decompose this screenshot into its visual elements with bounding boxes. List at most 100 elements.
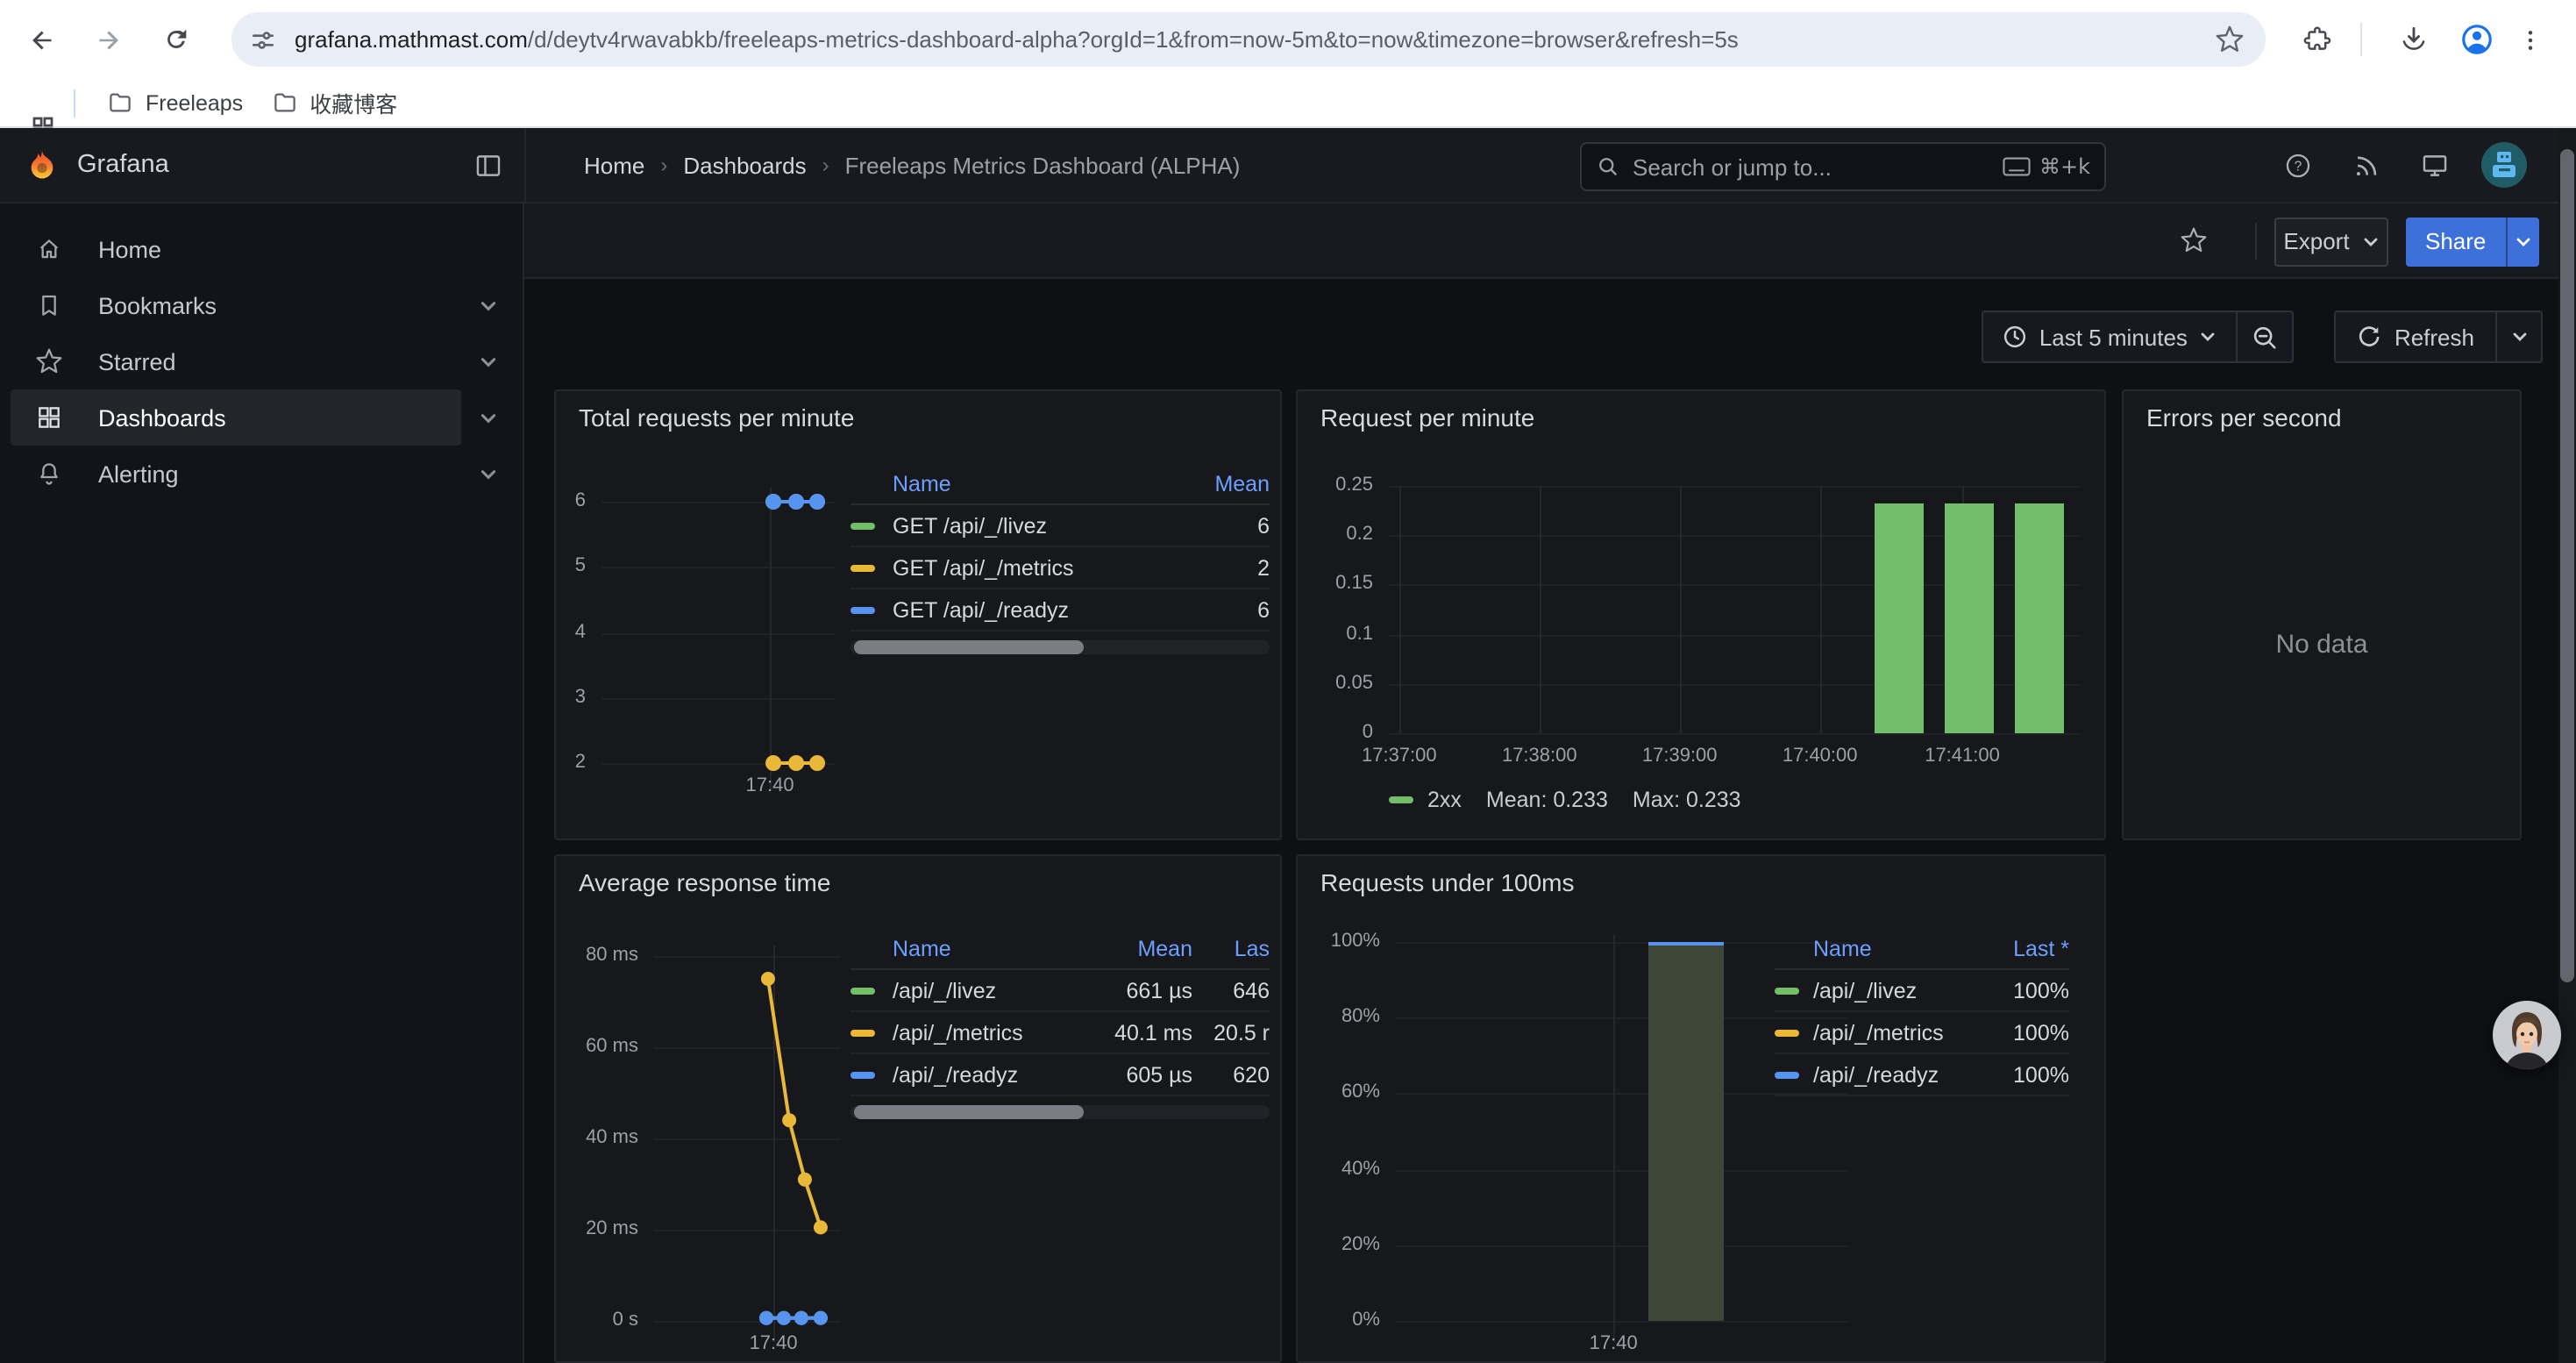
column-name[interactable]: Name: [893, 936, 1080, 960]
table-row: /api/_/readyz 100%: [1775, 1054, 2069, 1096]
panel-avg-response-time: Average response time 80 ms60 ms40 ms20 …: [554, 854, 1282, 1363]
folder-icon: [107, 89, 133, 116]
series-pill: [850, 1071, 875, 1078]
series-pill: [1775, 1071, 1799, 1078]
browser-toolbar: grafana.mathmast.com/d/deytv4rwavabkb/fr…: [0, 0, 2576, 79]
dashboard-toolbar: Export Share: [524, 203, 2576, 279]
sidebar-toggle-icon[interactable]: [463, 140, 512, 189]
sidebar-item-dashboards: Dashboards: [0, 389, 524, 446]
folder-icon: [271, 89, 297, 116]
share-button[interactable]: Share: [2406, 217, 2505, 266]
chart-avg-response-time: 80 ms60 ms40 ms20 ms0 s17:40: [654, 956, 840, 1321]
search-shortcut: ⌘+k: [2003, 154, 2090, 179]
search-box[interactable]: ⌘+k: [1580, 142, 2106, 191]
series-pill: [850, 606, 875, 613]
assistant-avatar[interactable]: [2492, 1000, 2562, 1070]
grafana-nav: Grafana Home › Dashboards › Freeleaps Me…: [0, 128, 2576, 203]
column-last[interactable]: Last *: [1968, 936, 2069, 960]
toolbar-divider: [2255, 223, 2257, 260]
panel-title[interactable]: Requests under 100ms: [1320, 868, 1575, 896]
breadcrumb-current: Freeleaps Metrics Dashboard (ALPHA): [845, 152, 1241, 178]
table-row: GET /api/_/readyz 6: [850, 589, 1270, 632]
user-avatar[interactable]: [2480, 140, 2529, 189]
breadcrumb-dashboards[interactable]: Dashboards: [683, 152, 806, 178]
table-scrollbar[interactable]: [850, 1105, 1270, 1119]
brand-name[interactable]: Grafana: [77, 151, 169, 179]
kiosk-monitor-icon[interactable]: [2409, 140, 2459, 189]
chevron-down-icon[interactable]: [468, 398, 507, 437]
search-icon: [1596, 154, 1620, 179]
search-input[interactable]: [1633, 153, 2003, 180]
sidebar-item-bookmarks: Bookmarks: [0, 277, 524, 333]
bookmark-star-icon[interactable]: [2215, 25, 2245, 54]
refresh-interval-caret[interactable]: [2497, 310, 2543, 363]
sidebar-item-home: Home: [0, 221, 524, 277]
share-caret-button[interactable]: [2505, 217, 2538, 266]
zoom-out-button[interactable]: [2238, 310, 2295, 363]
series-pill: [850, 987, 875, 994]
chevron-down-icon: [2362, 232, 2380, 250]
breadcrumb-home[interactable]: Home: [584, 152, 644, 178]
bookmarks-bar: Freeleaps 收藏博客: [0, 79, 2576, 128]
forward-icon[interactable]: [82, 13, 135, 66]
series-pill: [1389, 796, 1413, 803]
screen: grafana.mathmast.com/d/deytv4rwavabkb/fr…: [0, 0, 2576, 1363]
sidebar-item-dashboards-button[interactable]: Dashboards: [11, 389, 461, 446]
star-icon: [35, 347, 63, 375]
breadcrumb-separator: ›: [660, 153, 667, 177]
sidebar-item-alerting-button[interactable]: Alerting: [11, 446, 461, 502]
table-scrollbar[interactable]: [850, 640, 1270, 654]
site-settings-icon[interactable]: [249, 25, 277, 54]
column-mean[interactable]: Mean: [1171, 471, 1270, 496]
page-scrollbar[interactable]: [2558, 128, 2576, 1363]
panel-title[interactable]: Request per minute: [1320, 403, 1534, 432]
refresh-button[interactable]: Refresh: [2335, 310, 2497, 363]
column-name[interactable]: Name: [893, 471, 1171, 496]
url-text[interactable]: grafana.mathmast.com/d/deytv4rwavabkb/fr…: [295, 26, 2215, 53]
svg-text:?: ?: [2294, 159, 2302, 174]
nav-divider: [524, 128, 526, 203]
chevron-down-icon: [2200, 328, 2217, 346]
table-row: /api/_/livez 100%: [1775, 970, 2069, 1012]
legend-table: Name Mean GET /api/_/livez 6 GET /api/_/…: [850, 463, 1270, 654]
home-icon: [35, 235, 63, 263]
chevron-down-icon[interactable]: [468, 342, 507, 381]
sidebar: Home Bookmarks Starred: [0, 203, 524, 1363]
panel-title[interactable]: Errors per second: [2146, 403, 2342, 432]
help-icon[interactable]: ?: [2273, 140, 2322, 189]
chevron-down-icon[interactable]: [468, 286, 507, 325]
table-row: /api/_/metrics 40.1 ms 20.5 r: [850, 1012, 1270, 1054]
no-data-message: No data: [2124, 630, 2520, 660]
grafana-logo[interactable]: [25, 146, 60, 183]
browser-menu-icon[interactable]: [2504, 13, 2557, 66]
bookmark-folder-freeleaps[interactable]: Freeleaps: [93, 84, 257, 121]
time-controls: Last 5 minutes Refresh: [1982, 310, 2543, 363]
panel-title[interactable]: Average response time: [579, 868, 830, 896]
panel-total-requests: Total requests per minute 6543217:40 Nam…: [554, 389, 1282, 840]
back-icon[interactable]: [16, 13, 68, 66]
download-icon[interactable]: [2387, 13, 2439, 66]
column-mean[interactable]: Mean: [1080, 936, 1192, 960]
sidebar-item-starred-button[interactable]: Starred: [11, 333, 461, 389]
sidebar-item-home-button[interactable]: Home: [11, 221, 461, 277]
clock-icon: [2003, 325, 2027, 349]
panel-request-per-minute: Request per minute 0.250.20.150.10.05017…: [1296, 389, 2106, 840]
favorite-star-icon[interactable]: [2169, 216, 2218, 265]
scrollbar-thumb[interactable]: [2560, 149, 2574, 982]
table-row: /api/_/metrics 100%: [1775, 1012, 2069, 1054]
column-name[interactable]: Name: [1813, 936, 1968, 960]
profile-icon[interactable]: [2450, 13, 2502, 66]
reload-icon[interactable]: [149, 13, 202, 66]
sidebar-item-bookmarks-button[interactable]: Bookmarks: [11, 277, 461, 333]
time-range-button[interactable]: Last 5 minutes: [1982, 310, 2238, 363]
column-last[interactable]: Las: [1192, 936, 1270, 960]
extensions-icon[interactable]: [2290, 13, 2343, 66]
table-header: Name Last *: [1775, 928, 2069, 970]
news-rss-icon[interactable]: [2341, 140, 2390, 189]
url-bar[interactable]: grafana.mathmast.com/d/deytv4rwavabkb/fr…: [231, 12, 2266, 67]
bookmark-folder-blogs[interactable]: 收藏博客: [257, 81, 411, 125]
panel-title[interactable]: Total requests per minute: [579, 403, 854, 432]
chevron-down-icon[interactable]: [468, 454, 507, 493]
export-button[interactable]: Export: [2274, 217, 2388, 266]
bookmark-icon: [35, 291, 63, 319]
